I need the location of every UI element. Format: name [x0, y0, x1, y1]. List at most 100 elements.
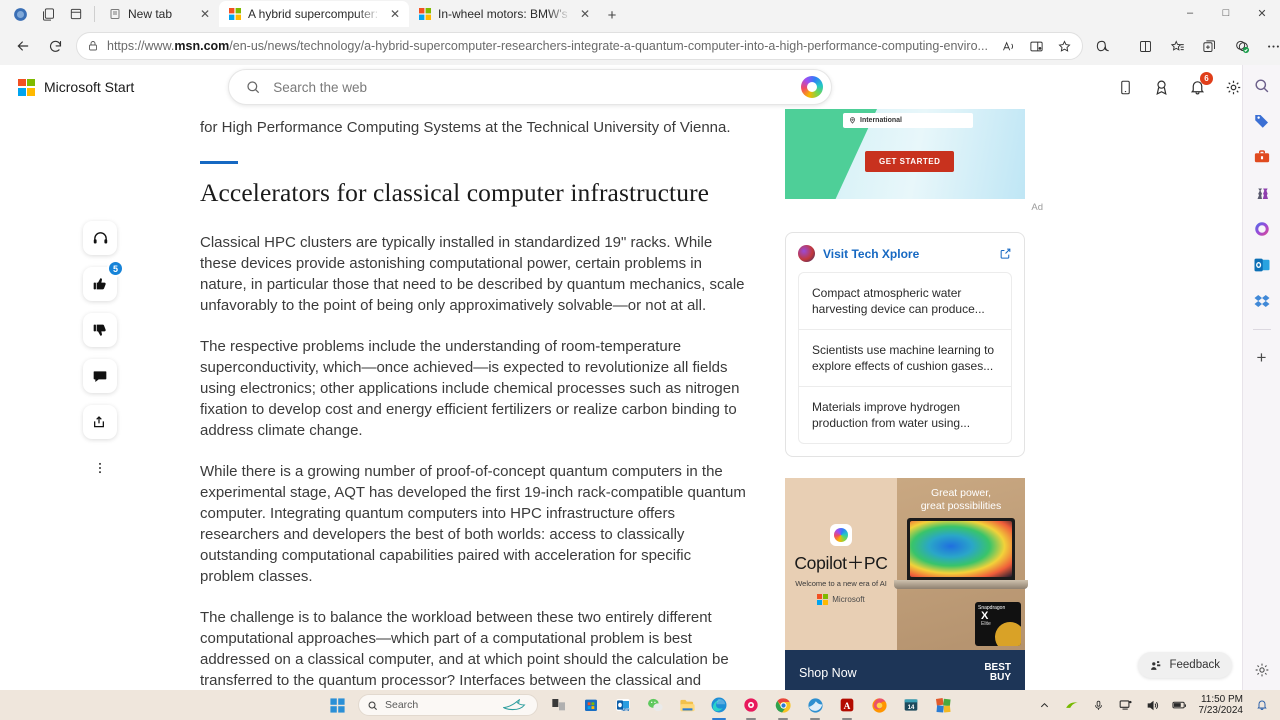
calendar-icon[interactable]: 14 [900, 694, 922, 716]
copilot-tab-icon[interactable] [6, 1, 34, 27]
shopping-tag-icon[interactable] [1250, 109, 1274, 133]
taskbar-clock[interactable]: 11:50 PM 7/23/2024 [1199, 694, 1244, 716]
tab-bmw-article[interactable]: In-wheel motors: BMW's new en ✕ [409, 1, 599, 27]
tab-active-article[interactable]: A hybrid supercomputer: Resear ✕ [219, 1, 409, 27]
article-paragraph: Classical HPC clusters are typically ins… [200, 234, 745, 314]
external-link-icon[interactable] [999, 247, 1012, 260]
outlook-icon[interactable] [1250, 253, 1274, 277]
show-hidden-icons-icon[interactable] [1037, 697, 1053, 713]
outlook-new-icon[interactable]: NEW [612, 694, 634, 716]
close-button[interactable]: ✕ [1244, 0, 1280, 26]
network-icon[interactable] [1118, 697, 1134, 713]
feedback-button[interactable]: Feedback [1138, 652, 1232, 678]
rewards-icon[interactable] [1150, 76, 1172, 98]
browser-essentials-icon[interactable] [1227, 31, 1257, 61]
tab-title: New tab [128, 7, 173, 21]
google-chrome-icon[interactable] [772, 694, 794, 716]
copilot-icon[interactable] [1089, 31, 1119, 61]
list-item[interactable]: Scientists use machine learning to explo… [799, 329, 1011, 386]
games-icon[interactable] [1250, 181, 1274, 205]
firefox-icon[interactable] [868, 694, 890, 716]
list-item[interactable]: Materials improve hydrogen production fr… [799, 386, 1011, 443]
new-tab-button[interactable]: + [599, 3, 625, 27]
section-rule [200, 161, 238, 164]
search-input[interactable]: Search the web [228, 69, 833, 105]
more-options-icon[interactable] [1259, 31, 1280, 61]
copilot-icon[interactable] [801, 76, 824, 98]
list-item[interactable]: Compact atmospheric water harvesting dev… [799, 273, 1011, 329]
notifications-icon[interactable]: 6 [1186, 72, 1213, 98]
volume-icon[interactable] [1145, 697, 1161, 713]
nvidia-icon[interactable] [1064, 697, 1080, 713]
tech-xplore-header[interactable]: Visit Tech Xplore [798, 245, 1012, 262]
ad-cta-bar[interactable]: Shop Now BEST BUY [785, 650, 1025, 690]
more-options-icon[interactable] [83, 451, 117, 485]
tab-search-icon[interactable] [62, 1, 90, 27]
bottom-advertisement[interactable]: Copilot＋PC Welcome to a new era of AI Mi… [785, 478, 1028, 690]
camtasia-icon[interactable] [740, 694, 762, 716]
brand-label: Microsoft Start [44, 79, 135, 95]
svg-text:A: A [844, 702, 851, 712]
battery-icon[interactable] [1172, 697, 1188, 713]
thumbs-up-icon[interactable]: 5 [83, 260, 124, 301]
microphone-icon[interactable] [1091, 697, 1107, 713]
shop-now-label[interactable]: Shop Now [799, 666, 984, 680]
file-explorer-icon[interactable] [676, 694, 698, 716]
star-icon[interactable] [1052, 33, 1078, 59]
minimize-button[interactable]: – [1172, 0, 1208, 26]
comment-icon[interactable] [83, 359, 117, 393]
tab-actions-icon[interactable] [34, 1, 62, 27]
laptop-image [894, 518, 1028, 589]
add-sidebar-app-button[interactable]: + [1250, 346, 1274, 370]
microsoft-store-icon[interactable] [580, 694, 602, 716]
taskbar-search-input[interactable]: Search [358, 694, 538, 716]
ad-brand: Microsoft [817, 593, 865, 605]
search-icon[interactable] [1250, 73, 1274, 97]
share-icon[interactable] [83, 405, 117, 439]
collections-icon[interactable] [1195, 31, 1225, 61]
dropbox-icon[interactable] [1250, 289, 1274, 313]
microsoft-edge-icon[interactable] [708, 694, 730, 716]
wechat-icon[interactable] [644, 694, 666, 716]
settings-gear-icon[interactable] [1250, 658, 1274, 682]
read-aloud-icon[interactable] [996, 33, 1022, 59]
tools-briefcase-icon[interactable] [1250, 145, 1274, 169]
notification-bell-icon[interactable] [1254, 697, 1270, 713]
tabstrip-divider [94, 6, 95, 22]
top-advertisement[interactable]: International GET STARTED [785, 109, 1025, 199]
refresh-icon[interactable] [40, 31, 70, 61]
listen-headphones-icon[interactable] [83, 221, 117, 255]
phone-icon[interactable] [1114, 76, 1136, 98]
address-bar[interactable]: https://www.msn.com/en-us/news/technolog… [76, 32, 1083, 60]
tech-xplore-title[interactable]: Visit Tech Xplore [823, 247, 991, 261]
close-icon[interactable]: ✕ [577, 6, 593, 22]
article-intro-paragraph: for High Performance Computing Systems a… [200, 119, 731, 136]
tech-xplore-logo-icon [798, 245, 815, 262]
copilot-icon[interactable] [1250, 217, 1274, 241]
bestbuy-logo: BEST BUY [984, 663, 1011, 683]
thumbs-down-icon[interactable] [83, 313, 117, 347]
close-icon[interactable]: ✕ [197, 6, 213, 22]
favorites-list-icon[interactable] [1163, 31, 1193, 61]
get-started-button[interactable]: GET STARTED [865, 151, 955, 172]
adobe-acrobat-icon[interactable]: A [836, 694, 858, 716]
shark-cursor-icon [503, 699, 529, 711]
maximize-button[interactable]: □ [1208, 0, 1244, 26]
split-screen-icon[interactable] [1131, 31, 1161, 61]
address-bar-icons [996, 33, 1078, 59]
windows-start-icon[interactable] [326, 694, 348, 716]
task-view-icon[interactable] [548, 694, 570, 716]
tab-new-tab[interactable]: New tab ✕ [99, 1, 219, 27]
lock-icon [87, 40, 99, 52]
app-icon[interactable] [932, 694, 954, 716]
edge-sidebar: + [1242, 65, 1280, 690]
reading-view-icon[interactable] [1024, 33, 1050, 59]
close-icon[interactable]: ✕ [387, 6, 403, 22]
article-section-heading: Accelerators for classical computer infr… [200, 178, 710, 207]
back-arrow-icon[interactable] [8, 31, 38, 61]
msn-brand[interactable]: Microsoft Start [18, 78, 135, 96]
snipaste-icon[interactable] [804, 694, 826, 716]
notification-badge: 6 [1200, 72, 1213, 85]
settings-gear-icon[interactable] [1222, 76, 1244, 98]
system-tray: 11:50 PM 7/23/2024 [1037, 694, 1280, 716]
